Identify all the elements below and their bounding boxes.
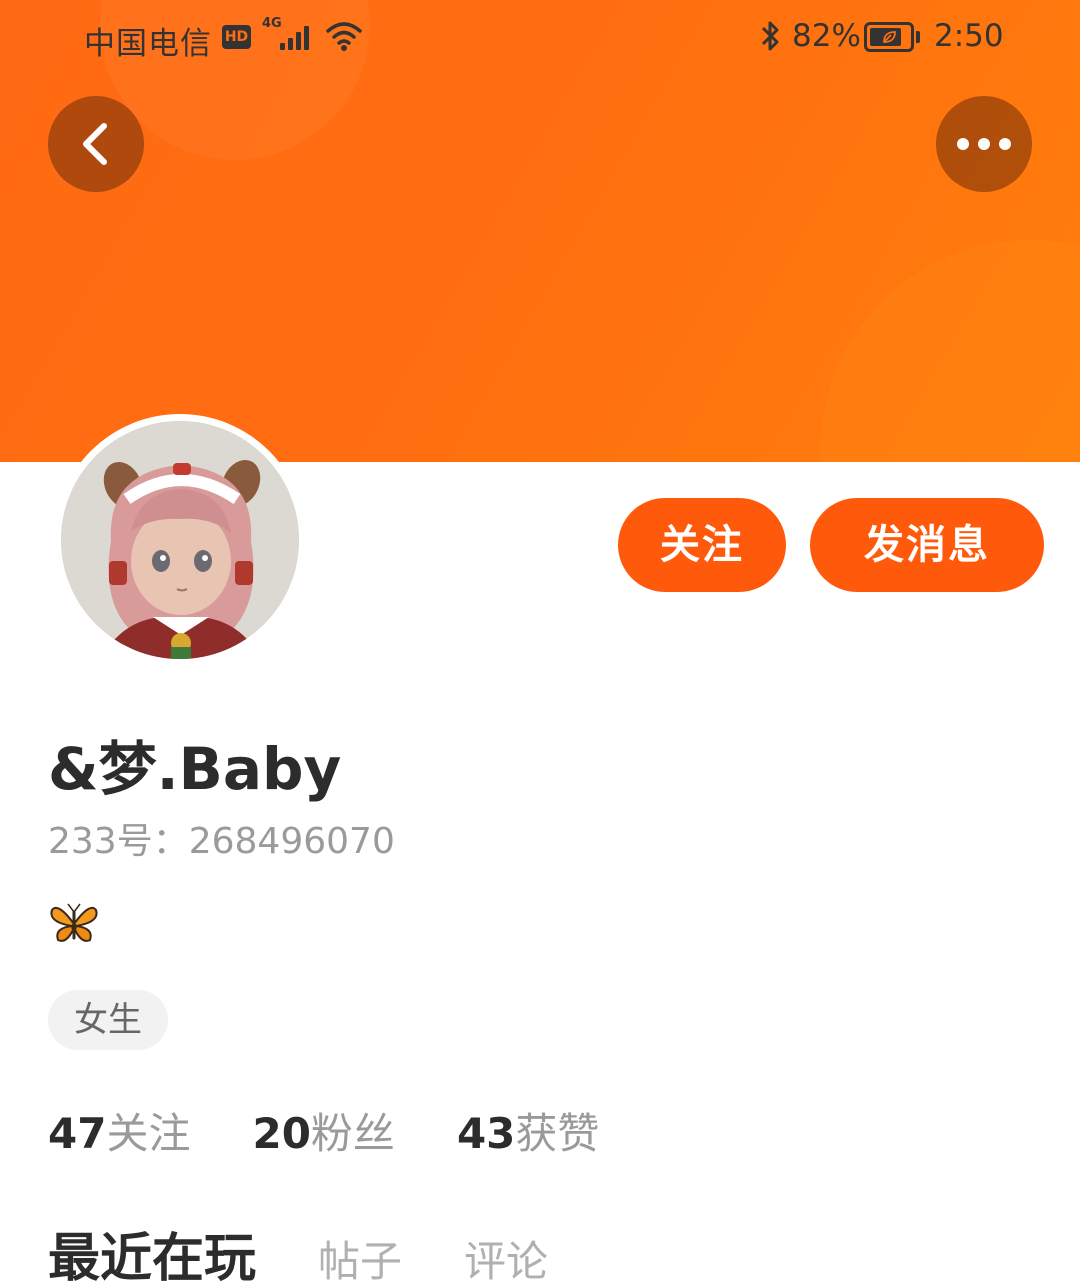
battery-icon	[864, 22, 914, 52]
tab-recently-played[interactable]: 最近在玩	[48, 1216, 256, 1285]
stat-followers[interactable]: 20 粉丝	[252, 1100, 394, 1161]
gender-tag: 女生	[48, 990, 168, 1050]
user-nickname: &梦.Baby	[48, 735, 342, 803]
stat-label: 关注	[106, 1109, 191, 1158]
stat-value: 43	[456, 1109, 516, 1158]
avatar-image	[61, 421, 299, 659]
send-message-button[interactable]: 发消息	[810, 498, 1044, 592]
hd-badge: HD	[222, 25, 251, 49]
status-time: 2:50	[934, 18, 1004, 54]
more-button[interactable]	[936, 96, 1032, 192]
stat-following[interactable]: 47 关注	[48, 1100, 190, 1161]
stat-label: 粉丝	[310, 1109, 395, 1158]
user-id: 233号：268496070	[48, 821, 395, 862]
stat-likes: 43 获赞	[457, 1100, 599, 1161]
wifi-icon	[326, 22, 362, 51]
battery-tip	[916, 31, 920, 43]
banner-decoration	[820, 240, 1080, 462]
profile-tabs: 最近在玩 帖子 评论	[48, 1216, 610, 1285]
bluetooth-icon	[761, 21, 779, 51]
stat-value: 47	[48, 1109, 107, 1158]
back-button[interactable]	[48, 96, 144, 192]
chevron-left-icon	[83, 123, 107, 165]
follow-button[interactable]: 关注	[618, 498, 786, 592]
stat-value: 20	[252, 1109, 311, 1158]
network-type: 4G	[262, 16, 282, 31]
more-horizontal-icon	[957, 138, 1011, 150]
stat-label: 获赞	[515, 1109, 600, 1158]
status-bar: 中国电信 HD 4G 82% 2:50	[0, 0, 1080, 76]
battery-percent: 82%	[792, 18, 861, 54]
butterfly-icon	[50, 903, 98, 942]
tab-comments[interactable]: 评论	[464, 1228, 548, 1285]
signal-icon	[280, 26, 314, 50]
carrier-name: 中国电信	[84, 26, 212, 62]
avatar[interactable]	[54, 414, 306, 666]
tab-posts[interactable]: 帖子	[318, 1228, 402, 1285]
profile-stats: 47 关注 20 粉丝 43 获赞	[48, 1100, 599, 1160]
